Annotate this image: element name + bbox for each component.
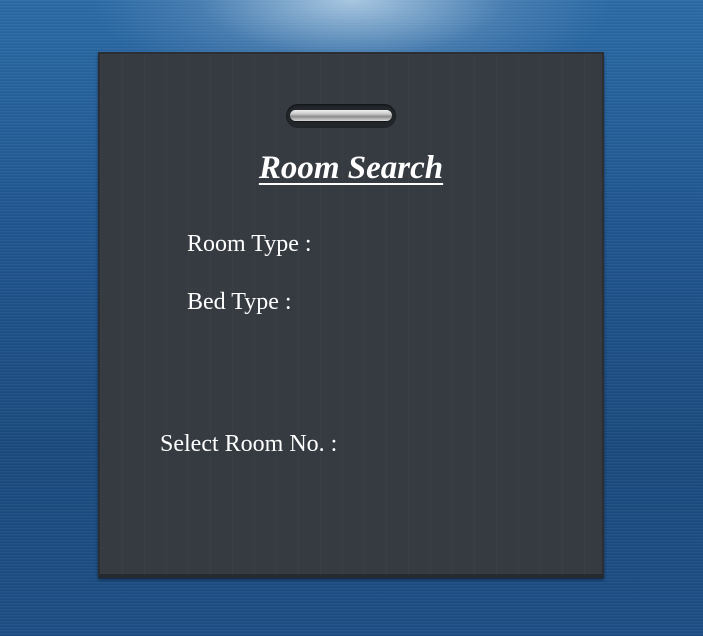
room-type-label: Room Type : [187, 231, 312, 257]
bed-type-label: Bed Type : [187, 289, 292, 315]
panel-handle [286, 104, 396, 128]
handle-bar [290, 110, 392, 121]
room-search-panel: Room Search Room Type : Bed Type : Selec… [98, 52, 604, 578]
page-title: Room Search [258, 150, 444, 186]
room-no-label: Select Room No. : [160, 431, 338, 457]
